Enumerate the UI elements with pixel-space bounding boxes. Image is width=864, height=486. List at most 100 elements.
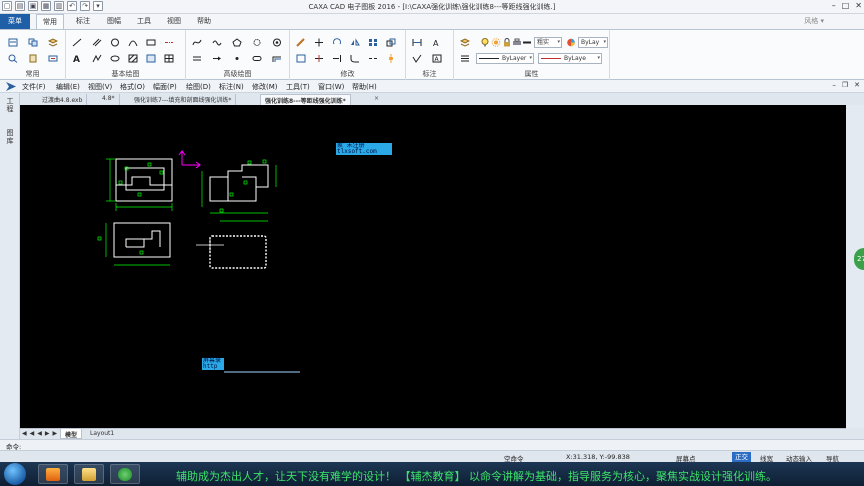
- menu-sheet[interactable]: 幅面(P): [153, 82, 177, 92]
- layer-icon[interactable]: [48, 38, 58, 47]
- mirror-icon[interactable]: [350, 38, 360, 47]
- menu-file[interactable]: 文件(F): [22, 82, 46, 92]
- print-icon[interactable]: [512, 38, 522, 47]
- floating-badge[interactable]: 27: [854, 248, 864, 270]
- fillet-icon[interactable]: [350, 54, 360, 63]
- arc-icon[interactable]: [128, 38, 138, 47]
- layer-combo[interactable]: ByLay ▾: [578, 37, 608, 48]
- menu-help[interactable]: 帮助(H): [352, 82, 377, 92]
- tab-help[interactable]: 帮助: [197, 16, 211, 26]
- text-style-icon[interactable]: A: [432, 38, 442, 47]
- ellipse-icon[interactable]: [110, 54, 120, 63]
- start-button-icon[interactable]: [4, 463, 26, 485]
- side-tab-library[interactable]: 图库: [5, 129, 15, 145]
- linetype-combo[interactable]: ByLayer ▾: [476, 53, 534, 64]
- properties-icon[interactable]: [8, 38, 18, 47]
- line-width-combo[interactable]: 粗实 ▾: [534, 37, 562, 48]
- selected-rectangle[interactable]: [209, 235, 267, 269]
- lock-icon[interactable]: [502, 38, 512, 47]
- tab-tools[interactable]: 工具: [137, 16, 151, 26]
- wave-line-icon[interactable]: [212, 38, 222, 47]
- rectangle-icon[interactable]: [146, 38, 156, 47]
- linear-dimension-icon[interactable]: [412, 38, 422, 47]
- break-icon[interactable]: [368, 54, 378, 63]
- menu-edit[interactable]: 编辑(E): [56, 82, 80, 92]
- tab-sheet[interactable]: 图幅: [107, 16, 121, 26]
- sun-icon[interactable]: [491, 38, 501, 47]
- media-player-icon[interactable]: [38, 464, 68, 484]
- offset-icon[interactable]: [296, 54, 306, 63]
- close-tab-icon[interactable]: ×: [374, 95, 379, 102]
- minimize-icon[interactable]: –: [832, 1, 836, 10]
- polygon-icon[interactable]: [232, 38, 242, 47]
- maximize-icon[interactable]: □: [842, 1, 850, 10]
- double-line-icon[interactable]: [192, 54, 202, 63]
- text-icon[interactable]: A: [72, 54, 82, 63]
- layer-manager-icon[interactable]: [460, 38, 470, 47]
- delete-icon[interactable]: [296, 38, 306, 47]
- trim-icon[interactable]: [314, 54, 324, 63]
- tab-common[interactable]: 常用: [36, 14, 64, 29]
- hole-icon[interactable]: [272, 38, 282, 47]
- menu-window[interactable]: 窗口(W): [318, 82, 344, 92]
- spline-icon[interactable]: [192, 38, 202, 47]
- doc-tab-3[interactable]: 强化训练7---填充和剖面线强化训练*: [130, 94, 237, 105]
- doc-tab-2[interactable]: 4.8*: [98, 94, 120, 105]
- menu-dimension[interactable]: 标注(N): [219, 82, 244, 92]
- tab-view[interactable]: 视图: [167, 16, 181, 26]
- menu-format[interactable]: 格式(O): [120, 82, 145, 92]
- line-style-icon[interactable]: [460, 54, 470, 63]
- watermark-line: http: [203, 363, 218, 370]
- side-tab-project[interactable]: 工程: [5, 97, 15, 113]
- parallel-line-icon[interactable]: [92, 38, 102, 47]
- color-combo[interactable]: ByLaye ▾: [538, 53, 602, 64]
- color-wheel-icon[interactable]: [566, 38, 576, 47]
- menu-tools[interactable]: 工具(T): [286, 82, 310, 92]
- layout-tab-model[interactable]: 模型: [60, 429, 83, 439]
- main-menu-button[interactable]: 菜单: [0, 14, 30, 29]
- gear-icon[interactable]: [252, 38, 262, 47]
- point-icon[interactable]: [232, 54, 242, 63]
- doc-restore-icon[interactable]: ❐: [842, 81, 848, 89]
- doc-tab-1[interactable]: 过渡曲4.8.exb: [38, 94, 88, 105]
- rotate-icon[interactable]: [332, 38, 342, 47]
- equidistant-line-icon[interactable]: [272, 54, 282, 63]
- block-icon[interactable]: [146, 54, 156, 63]
- command-line[interactable]: 命令:: [0, 439, 864, 451]
- slot-icon[interactable]: [252, 54, 262, 63]
- browser-icon[interactable]: [110, 464, 140, 484]
- toggle-ortho[interactable]: 正交: [732, 452, 751, 462]
- style-selector[interactable]: 风格 ▾: [804, 16, 824, 26]
- close-icon[interactable]: ✕: [855, 1, 862, 10]
- array-icon[interactable]: [368, 38, 378, 47]
- center-line-icon[interactable]: [164, 38, 174, 47]
- line-icon[interactable]: [72, 38, 82, 47]
- menu-modify[interactable]: 修改(M): [252, 82, 278, 92]
- file-explorer-icon[interactable]: [74, 464, 104, 484]
- roughness-icon[interactable]: [412, 54, 422, 63]
- drawing-canvas[interactable]: 家 未注册 tlxsoft.com 屏幕录 http: [20, 105, 846, 428]
- find-icon[interactable]: [8, 54, 18, 63]
- hatch-icon[interactable]: [128, 54, 138, 63]
- explode-icon[interactable]: [386, 54, 396, 63]
- linetype-icon[interactable]: [522, 38, 532, 47]
- table-icon[interactable]: [164, 54, 174, 63]
- move-icon[interactable]: [314, 38, 324, 47]
- datum-icon[interactable]: A: [432, 54, 442, 63]
- layout-tab-layout1[interactable]: Layout1: [86, 429, 118, 439]
- arrow-icon[interactable]: [212, 54, 222, 63]
- doc-minimize-icon[interactable]: –: [832, 81, 836, 89]
- extend-icon[interactable]: [332, 54, 342, 63]
- paste-icon[interactable]: [28, 54, 38, 63]
- menu-draw[interactable]: 绘图(D): [186, 82, 211, 92]
- lightbulb-icon[interactable]: [480, 38, 490, 47]
- tab-dimension[interactable]: 标注: [76, 16, 90, 26]
- circle-icon[interactable]: [110, 38, 120, 47]
- doc-tab-4[interactable]: 强化训练8---等距线强化训练*: [260, 94, 351, 105]
- scale-icon[interactable]: [386, 38, 396, 47]
- copy-icon[interactable]: [28, 38, 38, 47]
- match-icon[interactable]: [48, 54, 58, 63]
- menu-view[interactable]: 视图(V): [88, 82, 112, 92]
- doc-close-icon[interactable]: ✕: [854, 81, 860, 89]
- polyline-icon[interactable]: [92, 54, 102, 63]
